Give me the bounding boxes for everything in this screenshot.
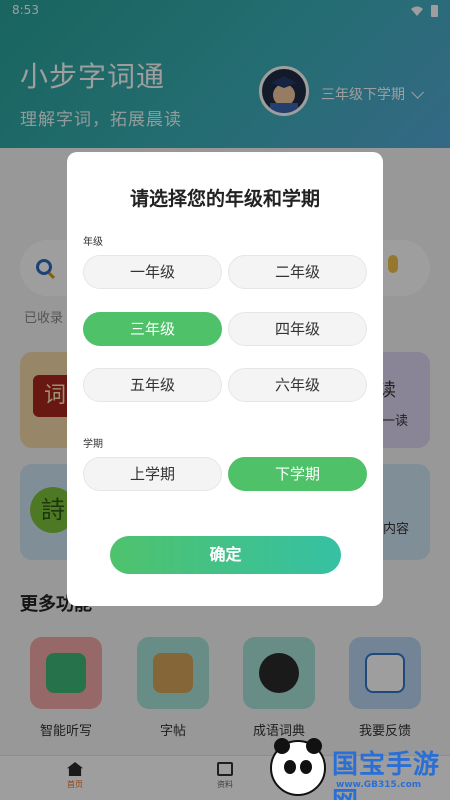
watermark-logo: 国宝手游网 www.GB315.com — [262, 738, 450, 800]
panda-icon — [270, 738, 326, 796]
panda-ear — [274, 738, 290, 754]
term-option-first[interactable]: 上学期 — [83, 457, 222, 491]
panda-eye — [300, 760, 312, 774]
term-option-second[interactable]: 下学期 — [228, 457, 367, 491]
grade-option-4[interactable]: 四年级 — [228, 312, 367, 346]
confirm-button[interactable]: 确定 — [110, 536, 341, 574]
grade-option-5[interactable]: 五年级 — [83, 368, 222, 402]
panda-eye — [284, 760, 296, 774]
grade-option-1[interactable]: 一年级 — [83, 255, 222, 289]
grade-section-label: 年级 — [83, 237, 103, 248]
grade-option-2[interactable]: 二年级 — [228, 255, 367, 289]
panda-ear — [306, 738, 322, 754]
grade-term-dialog: 请选择您的年级和学期 年级 一年级 二年级 三年级 四年级 五年级 六年级 学期… — [67, 152, 383, 606]
grade-option-6[interactable]: 六年级 — [228, 368, 367, 402]
watermark-text: 国宝手游网 — [332, 750, 441, 800]
grade-option-3[interactable]: 三年级 — [83, 312, 222, 346]
watermark-url: www.GB315.com — [336, 780, 422, 790]
term-section-label: 学期 — [83, 439, 103, 450]
dialog-title: 请选择您的年级和学期 — [129, 188, 320, 210]
